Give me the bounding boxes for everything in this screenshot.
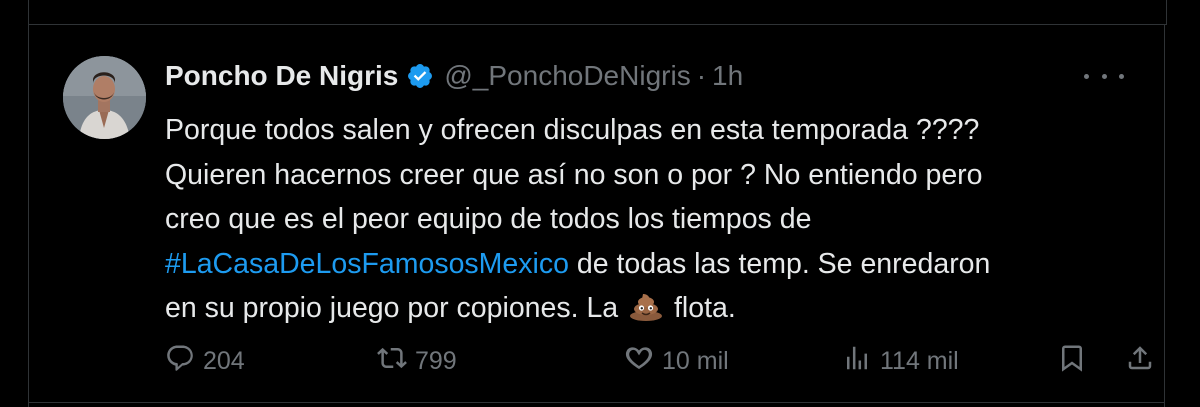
tweet-text-line: en su propio juego por copiones. La flot… (165, 286, 1155, 331)
more-options-icon[interactable] (1084, 63, 1124, 89)
share-icon (1125, 343, 1155, 380)
retweet-button[interactable]: 799 (377, 341, 457, 381)
tweet-text: Porque todos salen y ofrecen disculpas e… (165, 108, 1155, 331)
share-button[interactable] (1125, 341, 1155, 381)
previous-post-border (28, 0, 1167, 25)
tweet-card[interactable]: Poncho De Nigris @_PonchoDeNigris · 1h P… (28, 25, 1165, 407)
tweet-text-line: Quieren hacernos creer que así no son o … (165, 158, 983, 191)
tweet-text-segment: flota. (674, 292, 736, 324)
separator-dot: · (696, 60, 707, 91)
views-chart-icon (842, 343, 872, 380)
tweet-text-line: #LaCasaDeLosFamososMexico de todas las t… (165, 242, 1155, 287)
reply-button[interactable]: 204 (165, 341, 245, 381)
tweet-text-line: creo que es el peor equipo de todos los … (165, 203, 812, 235)
views-count: 114 mil (880, 346, 959, 375)
author-name[interactable]: Poncho De Nigris (165, 60, 398, 92)
reply-icon (165, 343, 195, 380)
like-count: 10 mil (662, 346, 729, 375)
bookmark-button[interactable] (1057, 341, 1087, 381)
avatar[interactable] (63, 56, 146, 139)
hashtag-link[interactable]: #LaCasaDeLosFamososMexico (165, 248, 569, 280)
bookmark-icon (1057, 343, 1087, 380)
like-button[interactable]: 10 mil (624, 341, 729, 381)
divider (28, 402, 1165, 403)
retweet-count: 799 (415, 346, 457, 375)
retweet-icon (377, 343, 407, 380)
verified-badge-icon[interactable] (406, 62, 434, 90)
tweet-text-line: Porque todos salen y ofrecen disculpas e… (165, 114, 980, 146)
reply-count: 204 (203, 346, 245, 375)
author-handle[interactable]: @_PonchoDeNigris (444, 60, 690, 92)
timestamp[interactable]: 1h (712, 60, 743, 92)
pile-of-poo-emoji-icon (629, 290, 663, 321)
heart-icon (624, 343, 654, 380)
tweet-header: Poncho De Nigris @_PonchoDeNigris · 1h (165, 59, 1124, 93)
tweet-text-segment: de todas las temp. Se enredaron (568, 247, 991, 280)
tweet-text-segment: en su propio juego por copiones. La (165, 292, 619, 324)
views-button[interactable]: 114 mil (842, 341, 959, 381)
tweet-actions: 204 799 10 mil 114 mil (165, 341, 1155, 381)
